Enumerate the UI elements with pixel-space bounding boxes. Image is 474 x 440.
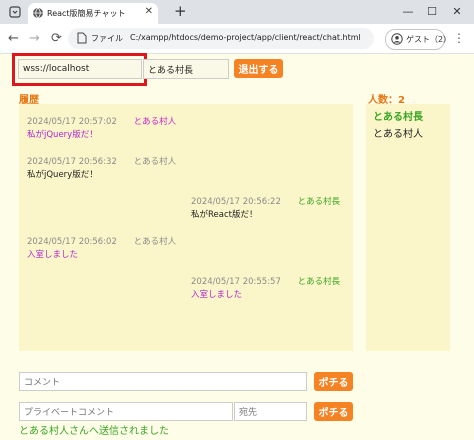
forward-icon[interactable]: →	[27, 31, 42, 46]
message-timestamp: 2024/05/17 20:55:57	[191, 277, 281, 287]
address-bar: ← → ⟳ ファイル C:/xampp/htdocs/demo-project/…	[0, 24, 474, 54]
maximize-icon[interactable]: ☐	[424, 3, 440, 19]
highlight-box	[12, 53, 147, 86]
send-comment-button[interactable]: ポチる	[314, 372, 353, 391]
history-panel: 2024/05/17 20:57:02 とある村人 私がjQuery版だ！ 20…	[19, 104, 353, 351]
message-text: 私がjQuery版だ！	[27, 130, 98, 140]
comment-input[interactable]: コメント	[19, 372, 307, 391]
message-timestamp: 2024/05/17 20:56:02	[27, 237, 117, 247]
close-window-icon[interactable]: ✕	[449, 3, 465, 19]
message-text: 私がjQuery版だ！	[27, 170, 98, 180]
message-item: 2024/05/17 20:56:32 とある村人	[27, 155, 176, 167]
guest-profile-button[interactable]: ゲスト（2）	[385, 29, 451, 50]
send-private-button[interactable]: ポチる	[314, 402, 353, 421]
tab-chat[interactable]: React版簡易チャット ✕	[28, 3, 158, 24]
message-text: 入室しました	[27, 250, 79, 260]
message-timestamp: 2024/05/17 20:56:32	[27, 157, 117, 167]
minimize-icon[interactable]: —	[400, 3, 416, 19]
private-comment-input[interactable]: プライベートコメント	[19, 402, 233, 421]
user-list-item: とある村長	[373, 112, 423, 123]
message-item: 2024/05/17 20:56:22 とある村長	[191, 195, 340, 207]
leave-button[interactable]: 退出する	[234, 59, 283, 78]
browser-window: React版簡易チャット ✕ + — ☐ ✕ ← → ⟳ ファイル C:/xam…	[0, 0, 474, 440]
message-sender: とある村人	[133, 237, 177, 247]
browser-menu-icon[interactable]: ⋮	[453, 31, 465, 45]
message-item: 2024/05/17 20:56:02 とある村人	[27, 235, 176, 247]
tab-bar: React版簡易チャット ✕ + — ☐ ✕	[0, 0, 474, 24]
send-notice: とある村人さんへ送信されました	[19, 426, 169, 437]
tab-search-icon[interactable]	[6, 3, 24, 21]
new-tab-button[interactable]: +	[174, 2, 187, 20]
tab-title: React版簡易チャット	[47, 9, 126, 18]
guest-label: ゲスト（2）	[406, 35, 452, 44]
back-icon[interactable]: ←	[6, 31, 21, 46]
user-name-input[interactable]: とある村長	[143, 59, 229, 79]
message-item: 2024/05/17 20:57:02 とある村人	[27, 115, 176, 127]
message-sender: とある村人	[133, 157, 177, 167]
omnibox[interactable]: ファイル C:/xampp/htdocs/demo-project/app/cl…	[68, 28, 374, 49]
message-sender: とある村長	[297, 197, 341, 207]
globe-icon	[33, 7, 43, 19]
reload-icon[interactable]: ⟳	[49, 31, 64, 46]
message-sender: とある村長	[297, 277, 341, 287]
file-icon	[77, 32, 87, 44]
avatar-icon	[391, 33, 403, 45]
user-list-panel: とある村長 とある村人	[366, 104, 450, 351]
tab-close-icon[interactable]: ✕	[145, 6, 153, 17]
message-sender: とある村人	[133, 117, 177, 127]
recipient-input[interactable]: 宛先	[234, 402, 307, 421]
message-timestamp: 2024/05/17 20:57:02	[27, 117, 117, 127]
message-text: 私がReact版だ！	[191, 210, 258, 220]
file-label: ファイル	[91, 34, 123, 43]
message-text: 入室しました	[191, 290, 243, 300]
message-item: 2024/05/17 20:55:57 とある村長	[191, 275, 340, 287]
url-text[interactable]: C:/xampp/htdocs/demo-project/app/client/…	[130, 33, 361, 42]
message-timestamp: 2024/05/17 20:56:22	[191, 197, 281, 207]
user-list-item: とある村人	[373, 129, 423, 140]
